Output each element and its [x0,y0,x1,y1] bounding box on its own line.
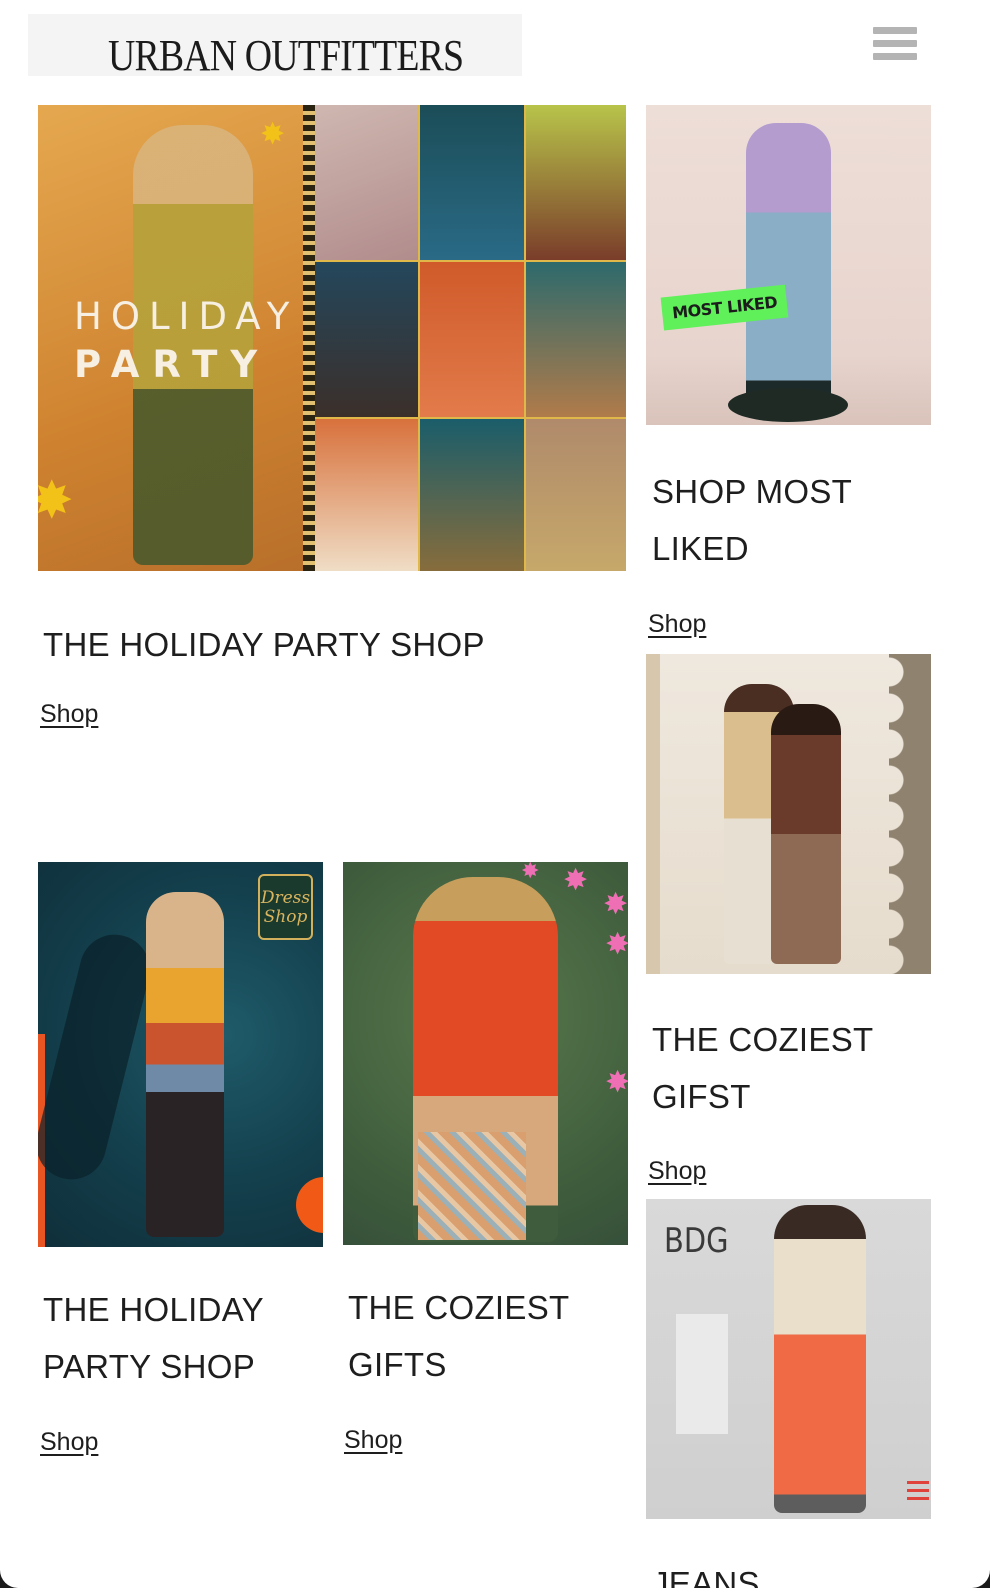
photo-striped-sweater [315,262,418,417]
photo-drinks [420,262,524,417]
hamburger-menu-icon[interactable] [873,27,917,65]
photo-handbag [526,262,626,417]
hero-image-text: HOLIDAY PARTY [74,293,298,389]
hero-text-party: PARTY [74,343,271,386]
bdg-logo: BDG [664,1221,729,1261]
shop-link[interactable]: Shop [40,1428,98,1457]
tile-title: SHOP MOST LIKED [652,473,852,567]
model-on-trampoline [746,123,831,403]
newspaper-strip [646,654,660,974]
hero-left-panel: HOLIDAY PARTY ✸ ✸ [38,105,303,571]
photo-model-blue [420,105,524,260]
trampoline [728,388,848,422]
logo-link[interactable]: URBAN OUTFITTERS [28,14,522,80]
menu-lines-icon [907,1481,929,1505]
tile-title: THE HOLIDAY PARTY SHOP [43,1291,264,1385]
orange-circle [296,1177,323,1233]
tile-title: THE COZIEST GIFTS [348,1289,569,1383]
tape-strip [676,1314,728,1434]
sparkle-icon: ✸ [521,862,540,883]
coziest-gifts-left-image[interactable]: ✸ ✸ ✸ ✸ ✸ [343,862,628,1245]
patterned-skirt [418,1132,526,1240]
page: URBAN OUTFITTERS HOLIDAY PARTY ✸ ✸ THE H… [0,0,990,1588]
shop-link[interactable]: Shop [648,1157,706,1186]
dress-shop-badge: Dress Shop [258,874,313,940]
sparkle-icon: ✸ [563,864,589,897]
photo-seated-model [526,419,626,571]
model-woman [771,704,841,964]
hero-text-holiday: HOLIDAY [74,295,299,338]
film-strip-divider [303,105,315,571]
jeans-image[interactable]: BDG [646,1199,931,1519]
coziest-gifts-right-image[interactable] [646,654,931,974]
holiday-party-hero-image[interactable]: HOLIDAY PARTY ✸ ✸ [38,105,626,571]
sparkle-icon: ✸ [603,888,628,921]
wavy-pattern [889,654,931,974]
photo-record-player [315,105,418,260]
shadow [38,927,158,1187]
tile-title: JEANS [652,1565,760,1588]
sparkle-icon: ✸ [38,472,74,530]
model-orange-jeans [774,1205,866,1513]
tile-title: THE HOLIDAY PARTY SHOP [43,626,485,663]
sparkle-icon: ✸ [605,1066,628,1099]
photo-cardigan [526,105,626,260]
sparkle-icon: ✸ [260,118,286,151]
most-liked-image[interactable]: MOST LIKED [646,105,931,425]
shop-link[interactable]: Shop [344,1426,402,1455]
model-in-dress [146,892,224,1237]
holiday-party-dress-image[interactable]: Dress Shop [38,862,323,1247]
brand-logo: URBAN OUTFITTERS [108,31,464,80]
sparkle-icon: ✸ [605,928,628,961]
photo-patterned-dress [420,419,524,571]
tile-title: THE COZIEST GIFST [652,1021,873,1115]
shop-link[interactable]: Shop [648,610,706,639]
hero-photo-grid [315,105,626,571]
shop-link[interactable]: Shop [40,700,98,729]
photo-bottle-sweaters [315,419,418,571]
